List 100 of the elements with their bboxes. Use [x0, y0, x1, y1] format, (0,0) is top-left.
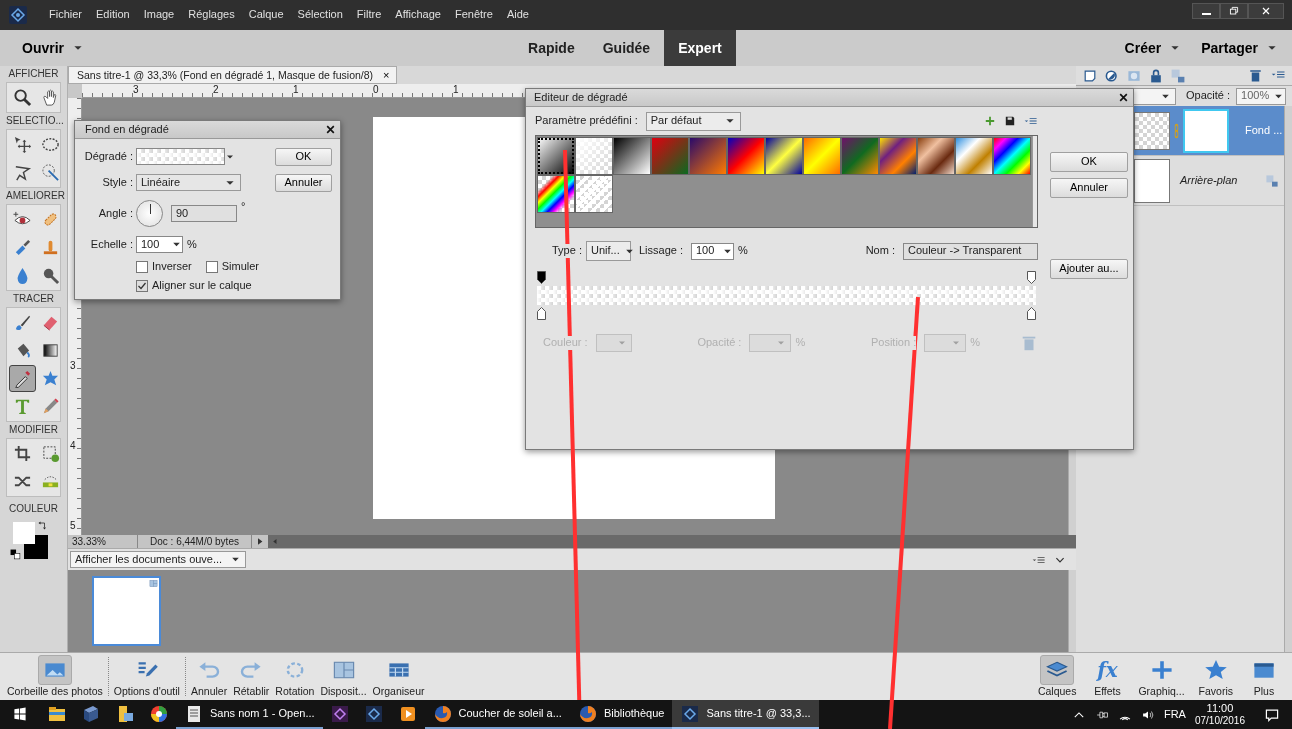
- default-colors-icon[interactable]: [10, 549, 21, 560]
- dialog-button[interactable]: OK: [275, 148, 332, 166]
- style-dropdown[interactable]: Linéaire: [136, 174, 241, 191]
- menu-button[interactable]: Créer: [1114, 30, 1192, 66]
- menu-button[interactable]: Partager: [1191, 30, 1288, 66]
- panel-button[interactable]: Annuler: [187, 653, 231, 700]
- minimize-button[interactable]: [1192, 3, 1220, 19]
- lock-transparency-icon[interactable]: [1170, 67, 1186, 84]
- mode-tab[interactable]: Expert: [664, 30, 736, 66]
- panel-menu-icon[interactable]: [1024, 115, 1038, 127]
- color-stop[interactable]: [1027, 307, 1036, 320]
- scrollbar[interactable]: [1284, 106, 1292, 652]
- scale-field[interactable]: 100: [136, 236, 183, 253]
- gradient-preset-swatch[interactable]: [803, 137, 841, 175]
- foreground-color-swatch[interactable]: [13, 522, 35, 544]
- panel-button[interactable]: Graphiq...: [1135, 653, 1188, 700]
- language-indicator[interactable]: FRA: [1163, 707, 1186, 722]
- document-tab[interactable]: Sans titre-1 @ 33,3% (Fond en dégradé 1, Masque de fusion/8) ×: [68, 66, 397, 84]
- tool-button[interactable]: [9, 365, 36, 392]
- menu-item[interactable]: Affichage: [388, 8, 448, 22]
- panel-button[interactable]: fx Effets: [1087, 653, 1128, 700]
- gradient-preset-swatch[interactable]: [993, 137, 1031, 175]
- gradient-preset-swatch[interactable]: [537, 137, 575, 175]
- panel-button[interactable]: Corbeille des photos: [4, 653, 106, 700]
- trash-icon[interactable]: [1248, 68, 1263, 83]
- taskbar-button[interactable]: Bibliothèque: [569, 700, 673, 729]
- panel-button[interactable]: Plus: [1244, 653, 1284, 700]
- panel-button[interactable]: Calques: [1034, 653, 1080, 700]
- open-button[interactable]: Ouvrir: [0, 30, 94, 66]
- save-icon[interactable]: [1004, 115, 1016, 127]
- scrollbar[interactable]: [1068, 570, 1076, 652]
- mode-tab[interactable]: Guidée: [588, 30, 665, 66]
- panel-menu-icon[interactable]: [1271, 68, 1286, 81]
- field-label: Type :: [552, 244, 582, 258]
- restore-button[interactable]: [1220, 3, 1248, 19]
- dialog-button[interactable]: Annuler: [1050, 178, 1128, 198]
- scrollbar[interactable]: [1032, 136, 1037, 227]
- gradient-preset-swatch[interactable]: [689, 137, 727, 175]
- gradient-preset-swatch[interactable]: [917, 137, 955, 175]
- preset-dropdown[interactable]: Par défaut: [645, 111, 741, 131]
- checkbox[interactable]: Inverser: [136, 260, 192, 274]
- gradient-preset-swatch[interactable]: [613, 137, 651, 175]
- layer-name[interactable]: Arrière-plan: [1180, 173, 1238, 188]
- opacity-stop[interactable]: [537, 271, 546, 284]
- swap-arrows-icon[interactable]: [38, 521, 46, 530]
- plus-icon[interactable]: [984, 115, 996, 127]
- gradient-preset-swatch[interactable]: [955, 137, 993, 175]
- gradient-preset-swatch[interactable]: [765, 137, 803, 175]
- documents-dropdown[interactable]: Afficher les documents ouve...: [70, 551, 246, 568]
- checkmark-icon: [137, 280, 147, 291]
- adjustment-icon[interactable]: [1104, 67, 1120, 84]
- app-logo-icon[interactable]: [8, 5, 28, 25]
- checkbox[interactable]: Simuler: [205, 260, 260, 274]
- mode-tab[interactable]: Rapide: [514, 30, 589, 66]
- gradient-preset-swatch[interactable]: [841, 137, 879, 175]
- ellipse-selection-icon: [41, 135, 60, 154]
- menu-item[interactable]: Fenêtre: [447, 8, 500, 22]
- panel-button[interactable]: Favoris: [1195, 653, 1236, 700]
- tab-close-button[interactable]: ×: [383, 69, 390, 81]
- angle-dial[interactable]: [136, 200, 163, 227]
- gradient-preview[interactable]: [136, 148, 225, 165]
- smoothness-field[interactable]: 100: [691, 242, 734, 260]
- clock-date[interactable]: 07/10/2016: [1194, 715, 1245, 728]
- add-button[interactable]: Ajouter au...: [1050, 259, 1128, 279]
- close-button[interactable]: [1248, 3, 1284, 19]
- close-icon[interactable]: [325, 124, 336, 135]
- gradient-preset-swatch[interactable]: [727, 137, 765, 175]
- clock-time[interactable]: 11:00: [1194, 701, 1245, 716]
- status-menu-button[interactable]: [252, 535, 268, 548]
- menu-item[interactable]: Aide: [499, 8, 536, 22]
- menu-item[interactable]: Calque: [241, 8, 291, 22]
- gradient-preset-swatch[interactable]: [651, 137, 689, 175]
- lock-icon[interactable]: [1148, 67, 1164, 84]
- opacity-stop[interactable]: [1027, 271, 1036, 284]
- checkbox[interactable]: Aligner sur le calque: [136, 279, 275, 293]
- panel-button[interactable]: Disposit...: [317, 653, 370, 700]
- opacity-dropdown[interactable]: 100%: [1236, 87, 1287, 105]
- gradient-preset-swatch[interactable]: [879, 137, 917, 175]
- menu-item[interactable]: Sélection: [290, 8, 350, 22]
- menu-item[interactable]: Image: [136, 8, 182, 22]
- menu-item[interactable]: Réglages: [181, 8, 242, 22]
- panel-button[interactable]: Options d'outil: [110, 653, 183, 700]
- gradient-preset-swatch[interactable]: [575, 137, 613, 175]
- menu-item[interactable]: Fichier: [42, 8, 89, 22]
- angle-field[interactable]: 90: [171, 205, 237, 222]
- menu-item[interactable]: Edition: [89, 8, 137, 22]
- panel-button[interactable]: Organiseur: [369, 653, 428, 700]
- tab-title[interactable]: Sans titre-1 @ 33,3% (Fond en dégradé 1, Masque de fusion/8): [77, 68, 374, 82]
- taskbar-button[interactable]: Sans titre-1 @ 33,3...: [672, 700, 819, 729]
- document-thumbnail[interactable]: [92, 576, 161, 646]
- menu-item[interactable]: Filtre: [349, 8, 389, 22]
- type-dropdown[interactable]: Unif...: [585, 241, 631, 261]
- gradient-name-field[interactable]: Couleur -> Transparent: [903, 242, 1038, 260]
- close-icon[interactable]: [1118, 92, 1129, 103]
- panel-button[interactable]: Rotation: [272, 653, 318, 700]
- color-stop[interactable]: [537, 307, 546, 320]
- dialog-button[interactable]: Annuler: [275, 174, 332, 192]
- gradient-preset-swatch[interactable]: [575, 175, 613, 213]
- panel-button[interactable]: Rétablir: [230, 653, 273, 700]
- dialog-button[interactable]: OK: [1050, 152, 1128, 172]
